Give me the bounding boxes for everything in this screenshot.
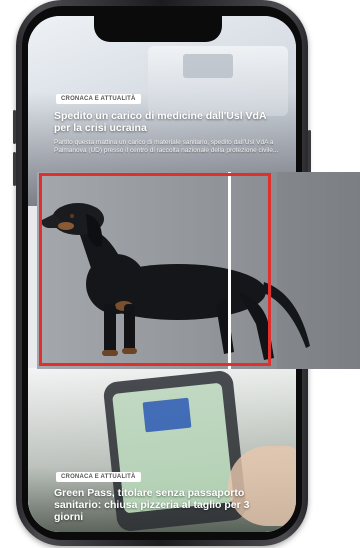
phone-notch: [94, 16, 222, 42]
top-article-category-badge[interactable]: CRONACA E ATTUALITÀ: [56, 94, 141, 104]
truck-window: [183, 54, 233, 78]
eu-flag-icon: [142, 397, 192, 433]
bottom-article-category-badge[interactable]: CRONACA E ATTUALITÀ: [56, 472, 141, 482]
phone-side-button-left-2: [13, 152, 16, 186]
top-article-summary: Partito questa mattina un carico di mate…: [54, 139, 279, 154]
phone-side-button-left: [13, 110, 16, 144]
bottom-article-title[interactable]: Green Pass, titolare senza passaporto sa…: [54, 487, 274, 523]
top-article-title[interactable]: Spedito un carico di medicine dall'Usl V…: [54, 110, 284, 134]
selection-frame: [39, 173, 271, 366]
screenshot-stage: CRONACA E ATTUALITÀ Spedito un carico di…: [0, 0, 360, 548]
